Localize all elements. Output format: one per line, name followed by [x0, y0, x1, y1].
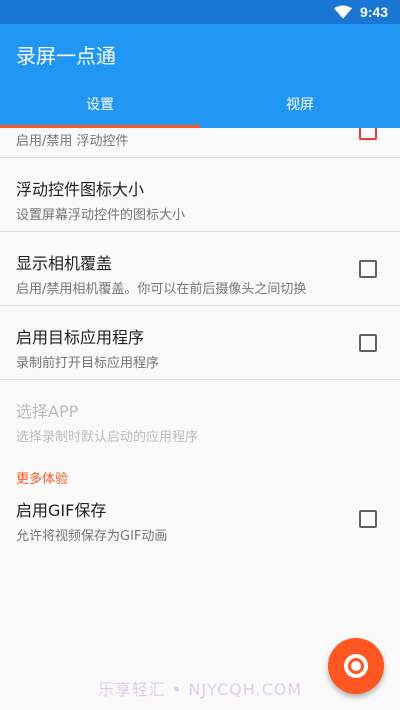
target-app-checkbox[interactable]: [359, 333, 377, 352]
target-app-summary: 录制前打开目标应用程序: [16, 356, 160, 371]
floating-icon-size-title: 浮动控件图标大小: [16, 180, 145, 199]
floating-toggle-summary: 启用/禁用 浮动控件: [16, 134, 129, 149]
status-time: 9:43: [359, 4, 388, 20]
settings-list: 启用/禁用 浮动控件 浮动控件图标大小 设置屏幕浮动控件的图标大小 显示相机覆盖…: [0, 128, 400, 710]
gif-save-row[interactable]: 启用GIF保存 允许将视频保存为GIF动画: [0, 493, 400, 553]
gif-save-summary: 允许将视频保存为GIF动画: [16, 529, 168, 544]
camera-overlay-row[interactable]: 显示相机覆盖 启用/禁用相机覆盖。你可以在前后摄像头之间切换: [0, 232, 400, 306]
app-title: 录屏一点通: [16, 44, 116, 68]
gif-save-checkbox[interactable]: [359, 510, 377, 528]
app-bar: 录屏一点通 设置 视屏: [0, 24, 400, 128]
tab-videos-label: 视屏: [286, 97, 314, 113]
camera-overlay-title: 显示相机覆盖: [16, 254, 113, 273]
floating-icon-size-row[interactable]: 浮动控件图标大小 设置屏幕浮动控件的图标大小: [0, 158, 400, 232]
status-bar: 9:43: [0, 0, 400, 24]
target-app-row[interactable]: 启用目标应用程序 录制前打开目标应用程序: [0, 306, 400, 380]
floating-toggle-checkbox[interactable]: [359, 128, 377, 140]
tab-settings-label: 设置: [86, 97, 114, 113]
tab-settings[interactable]: 设置: [0, 80, 200, 128]
floating-toggle-row[interactable]: 启用/禁用 浮动控件: [0, 128, 400, 158]
tab-videos[interactable]: 视屏: [200, 80, 400, 128]
camera-overlay-summary: 启用/禁用相机覆盖。你可以在前后摄像头之间切换: [16, 282, 307, 297]
target-app-title: 启用目标应用程序: [16, 328, 145, 347]
gif-save-title: 启用GIF保存: [16, 501, 107, 520]
wifi-icon: [333, 5, 352, 19]
record-icon: [344, 654, 368, 678]
tab-bar: 设置 视屏: [0, 80, 400, 128]
record-fab-button[interactable]: [328, 638, 384, 694]
camera-overlay-checkbox[interactable]: [359, 259, 377, 278]
more-section-header: 更多体验: [16, 472, 69, 487]
choose-app-summary: 选择录制时默认启动的应用程序: [16, 430, 199, 445]
choose-app-title: 选择APP: [16, 402, 79, 421]
floating-icon-size-summary: 设置屏幕浮动控件的图标大小: [16, 208, 186, 223]
choose-app-row: 选择APP 选择录制时默认启动的应用程序: [0, 380, 400, 454]
